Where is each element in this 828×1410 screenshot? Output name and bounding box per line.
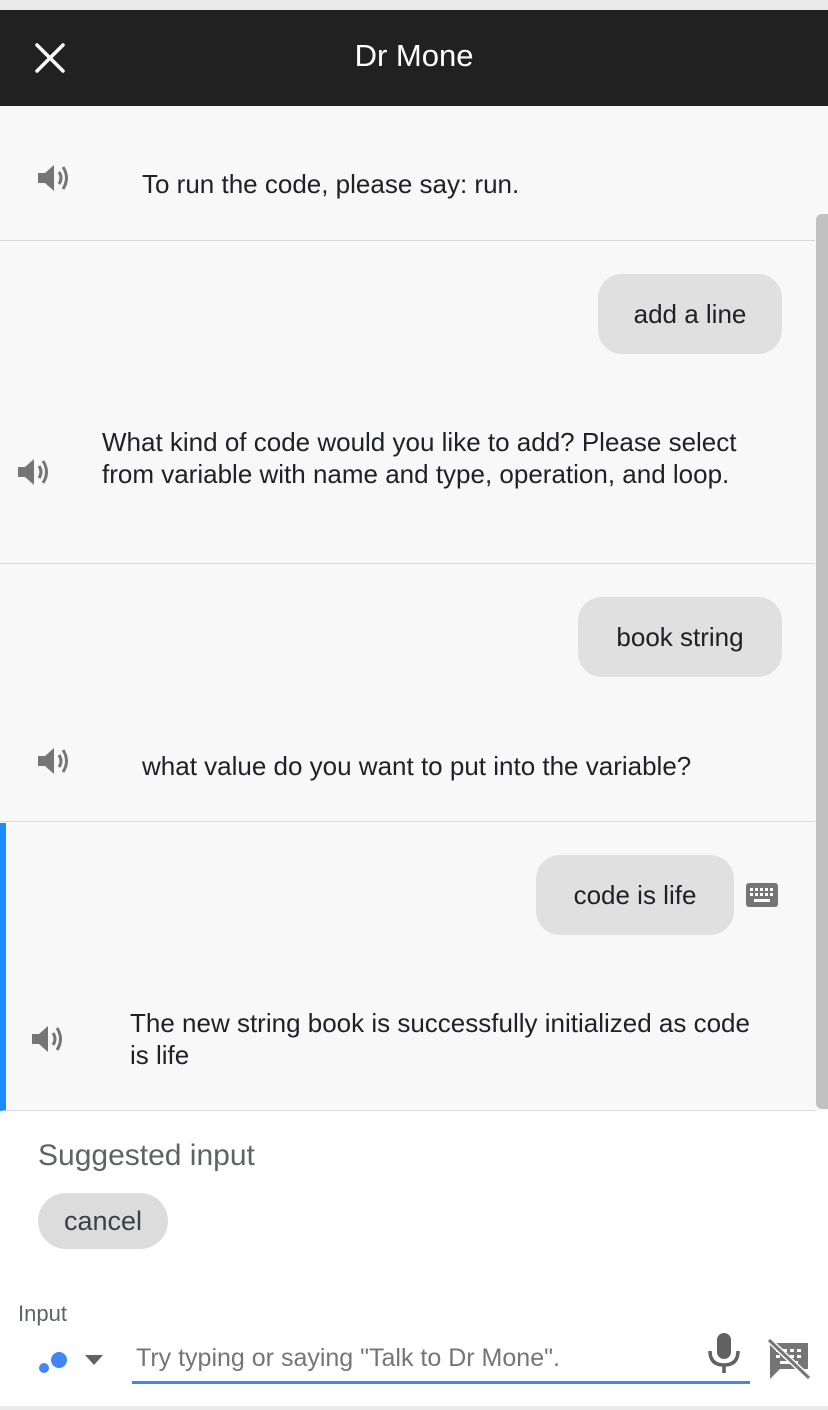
- speaker-button[interactable]: [14, 452, 54, 492]
- input-label: Input: [18, 1301, 67, 1326]
- bot-message: The new string book is successfully init…: [130, 1008, 750, 1070]
- query-input[interactable]: [132, 1336, 750, 1384]
- volume-icon: [18, 459, 48, 485]
- microphone-icon[interactable]: [704, 1331, 744, 1375]
- keyboard-off-icon[interactable]: [766, 1337, 812, 1381]
- user-message-bubble: add a line: [598, 274, 782, 354]
- user-message-bubble: code is life: [536, 855, 734, 935]
- conversation-turn: book string what value do you want to pu…: [0, 565, 815, 822]
- assistant-dots-icon[interactable]: [38, 1345, 70, 1377]
- speaker-button[interactable]: [34, 158, 74, 198]
- page-title: Dr Mone: [354, 38, 474, 73]
- volume-icon: [38, 165, 68, 191]
- volume-icon: [32, 1026, 62, 1052]
- input-panel: Suggested input cancel Input: [0, 1111, 828, 1406]
- suggestion-chip-cancel[interactable]: cancel: [38, 1193, 168, 1249]
- speaker-button[interactable]: [34, 741, 74, 781]
- chevron-down-icon[interactable]: [84, 1353, 104, 1367]
- suggested-input-title: Suggested input: [38, 1139, 255, 1172]
- bot-message: What kind of code would you like to add?…: [102, 427, 737, 489]
- keyboard-input-indicator: [744, 881, 780, 909]
- volume-icon: [38, 748, 68, 774]
- user-message-bubble: book string: [578, 597, 782, 677]
- bot-message: what value do you want to put into the v…: [142, 751, 692, 781]
- bot-message: To run the code, please say: run.: [142, 169, 520, 199]
- conversation-turn: To run the code, please say: run.: [0, 106, 815, 241]
- conversation-turn: add a line What kind of code would you l…: [0, 242, 815, 564]
- app-header: Dr Mone: [0, 10, 828, 106]
- conversation-turn-active: code is life The new string book is succ…: [0, 823, 815, 1111]
- conversation-panel[interactable]: To run the code, please say: run. add a …: [0, 106, 828, 1111]
- simulator-frame: Dr Mone To run the code, please say: run…: [0, 10, 828, 1406]
- keyboard-icon: [746, 883, 778, 907]
- speaker-button[interactable]: [28, 1019, 68, 1059]
- conversation-scrollbar[interactable]: [816, 214, 828, 1109]
